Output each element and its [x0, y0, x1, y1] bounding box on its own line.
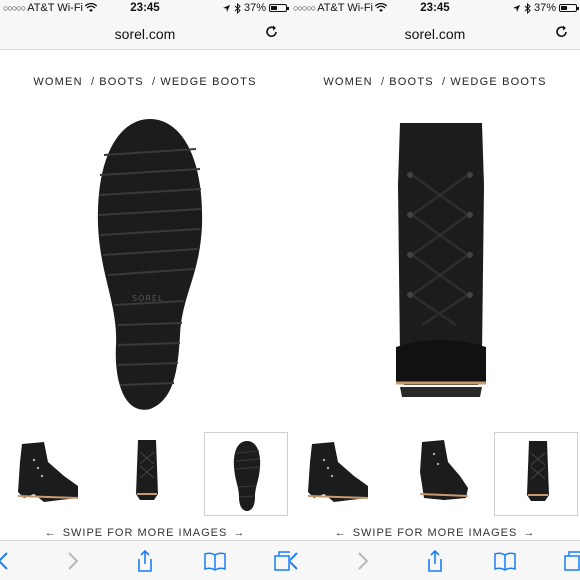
breadcrumb-women[interactable]: WOMEN [321, 76, 374, 88]
share-icon[interactable] [423, 549, 447, 573]
swipe-hint: ← SWIPE FOR MORE IMAGES → [290, 527, 580, 539]
battery-percent: 37% [243, 2, 266, 14]
breadcrumb-boots[interactable]: BOOTS [387, 76, 436, 88]
battery-icon [559, 4, 579, 12]
forward-icon[interactable] [350, 549, 374, 573]
thumbnail-front-view[interactable] [494, 432, 578, 516]
screenshot-composite: ○○○○○ AT&T Wi-Fi 23:45 37% sorel.com WOM… [0, 0, 580, 580]
tabs-icon[interactable] [562, 549, 580, 573]
breadcrumb-women[interactable]: WOMEN [31, 76, 84, 88]
breadcrumb-wedge-boots[interactable]: WEDGE BOOTS [448, 76, 548, 88]
tabs-icon[interactable] [272, 549, 290, 573]
boot-sole-image[interactable]: SOREL [70, 115, 230, 425]
thumbnail-side-view[interactable] [4, 432, 88, 516]
bluetooth-icon [524, 2, 531, 14]
arrow-right-icon[interactable]: → [227, 527, 251, 539]
bookmarks-icon[interactable] [493, 549, 517, 573]
status-bar: ○○○○○ AT&T Wi-Fi 23:45 37% [290, 0, 580, 18]
thumbnail-side-view[interactable] [294, 432, 378, 516]
reload-icon[interactable] [264, 25, 280, 41]
breadcrumb-wedge-boots[interactable]: WEDGE BOOTS [158, 76, 258, 88]
location-arrow-icon [222, 4, 231, 12]
swipe-hint: ← SWIPE FOR MORE IMAGES → [0, 527, 290, 539]
thumbnail-strip [0, 428, 290, 518]
arrow-right-icon[interactable]: → [517, 527, 541, 539]
arrow-left-icon[interactable]: ← [329, 527, 353, 539]
status-right: 37% [512, 2, 579, 14]
thumbnail-strip [290, 428, 580, 518]
arrow-left-icon[interactable]: ← [39, 527, 63, 539]
status-bar: ○○○○○ AT&T Wi-Fi 23:45 37% [0, 0, 290, 18]
address-bar[interactable]: sorel.com [290, 18, 580, 50]
share-icon[interactable] [133, 549, 157, 573]
status-right: 37% [222, 2, 289, 14]
safari-toolbar [290, 540, 580, 580]
url-label[interactable]: sorel.com [0, 26, 290, 42]
forward-icon[interactable] [60, 549, 84, 573]
reload-icon[interactable] [554, 25, 570, 41]
location-arrow-icon [512, 4, 521, 12]
safari-toolbar [0, 540, 290, 580]
breadcrumb-boots[interactable]: BOOTS [97, 76, 146, 88]
address-bar[interactable]: sorel.com [0, 18, 290, 50]
breadcrumb: WOMEN / BOOTS / WEDGE BOOTS [290, 76, 580, 88]
right-screen: ○○○○○ AT&T Wi-Fi 23:45 37% sorel.com WOM… [290, 0, 580, 580]
swipe-label: SWIPE FOR MORE IMAGES [62, 527, 228, 539]
battery-percent: 37% [533, 2, 556, 14]
bluetooth-icon [234, 2, 241, 14]
bookmarks-icon[interactable] [203, 549, 227, 573]
battery-icon [269, 4, 289, 12]
boot-front-image[interactable] [360, 115, 520, 425]
url-label[interactable]: sorel.com [290, 26, 580, 42]
breadcrumb: WOMEN / BOOTS / WEDGE BOOTS [0, 76, 290, 88]
svg-text:SOREL: SOREL [132, 294, 163, 303]
thumbnail-angle-view[interactable] [394, 432, 478, 516]
thumbnail-front-view[interactable] [104, 432, 188, 516]
back-icon[interactable] [0, 549, 16, 573]
swipe-label: SWIPE FOR MORE IMAGES [352, 527, 518, 539]
left-screen: ○○○○○ AT&T Wi-Fi 23:45 37% sorel.com WOM… [0, 0, 290, 580]
thumbnail-sole-view[interactable] [204, 432, 288, 516]
back-icon[interactable] [290, 549, 306, 573]
